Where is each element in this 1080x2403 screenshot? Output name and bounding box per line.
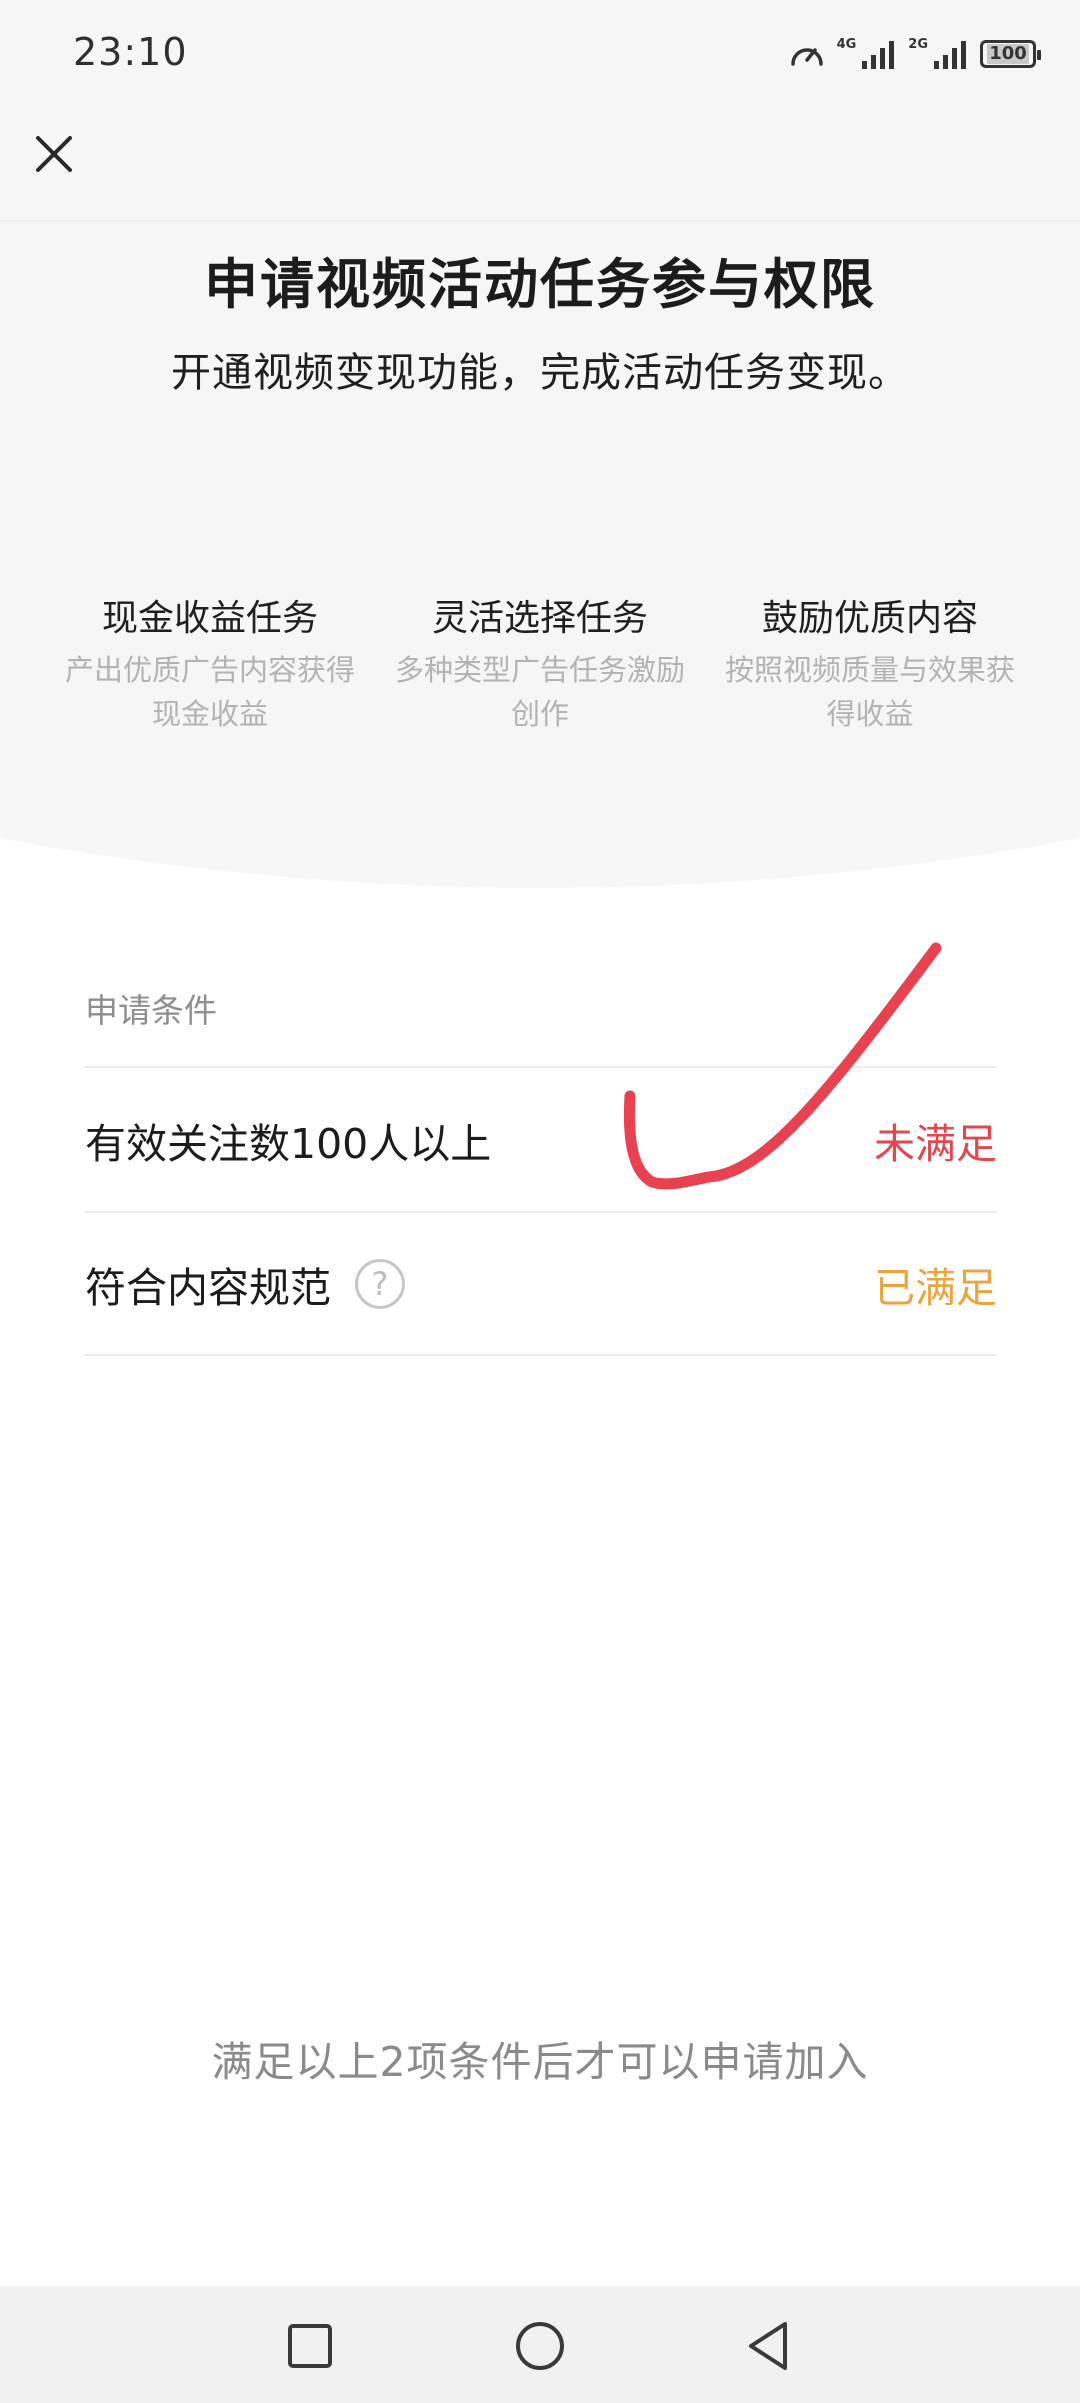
feature-flexible-choice: 灵活选择任务 多种类型广告任务激励创作 xyxy=(390,592,690,736)
status-icons: 4G 2G 100 xyxy=(789,34,1041,74)
circle-icon xyxy=(516,2322,564,2370)
status-bar: 23:10 4G 2G 100 xyxy=(0,0,1080,108)
conditions-label: 申请条件 xyxy=(85,991,217,1030)
feature-desc: 多种类型广告任务激励创作 xyxy=(394,653,685,731)
bottom-note: 满足以上2项条件后才可以申请加入 xyxy=(211,2038,869,2086)
condition-status-unmet: 未满足 xyxy=(874,1119,997,1168)
header-divider xyxy=(0,220,1080,222)
nav-recent-button[interactable] xyxy=(274,2310,346,2382)
close-button[interactable] xyxy=(28,128,80,180)
condition-text: 符合内容规范 xyxy=(85,1263,331,1312)
speed-icon xyxy=(790,48,823,66)
header-background xyxy=(0,0,1080,900)
network-label-2: 2G xyxy=(908,37,928,52)
feature-title: 鼓励优质内容 xyxy=(761,598,978,639)
signal-icon-2 xyxy=(934,41,966,69)
feature-desc: 按照视频质量与效果获得收益 xyxy=(724,653,1015,731)
triangle-back-icon xyxy=(749,2322,787,2370)
page-title: 申请视频活动任务参与权限 xyxy=(204,253,876,316)
nav-home-button[interactable] xyxy=(504,2310,576,2382)
nav-back-button[interactable] xyxy=(734,2310,806,2382)
battery-icon: 100 xyxy=(980,40,1041,68)
feature-desc: 产出优质广告内容获得现金收益 xyxy=(64,653,355,731)
status-time: 23:10 xyxy=(73,30,188,74)
network-label-1: 4G xyxy=(836,37,857,52)
condition-left: 有效关注数100人以上 xyxy=(85,1110,491,1170)
condition-row-followers: 有效关注数100人以上 未满足 xyxy=(85,1066,997,1211)
feature-cash-income: 现金收益任务 产出优质广告内容获得现金收益 xyxy=(60,592,360,736)
page-subtitle: 开通视频变现功能，完成活动任务变现。 xyxy=(171,350,909,396)
condition-text: 有效关注数100人以上 xyxy=(85,1119,492,1168)
signal-icon-1 xyxy=(862,41,895,69)
square-icon xyxy=(288,2324,332,2368)
close-icon xyxy=(36,136,72,172)
question-mark-icon[interactable]: ? xyxy=(355,1258,405,1309)
condition-status-met: 已满足 xyxy=(874,1263,997,1312)
page: 23:10 4G 2G 100 申请视频活动任务参与权限 开通视频变现功能，完成… xyxy=(0,0,1080,2403)
feature-title: 灵活选择任务 xyxy=(431,598,648,639)
condition-row-content-policy: 符合内容规范 ? 已满足 xyxy=(85,1211,997,1356)
feature-list: 现金收益任务 产出优质广告内容获得现金收益 灵活选择任务 多种类型广告任务激励创… xyxy=(60,592,1020,736)
feature-title: 现金收益任务 xyxy=(101,598,318,639)
condition-left: 符合内容规范 ? xyxy=(85,1254,405,1314)
conditions-list: 有效关注数100人以上 未满足 符合内容规范 ? 已满足 xyxy=(85,1066,997,1356)
feature-quality-content: 鼓励优质内容 按照视频质量与效果获得收益 xyxy=(720,592,1020,736)
header-curve xyxy=(0,838,1080,908)
navigation-bar xyxy=(0,2286,1080,2403)
battery-level: 100 xyxy=(987,43,1029,64)
